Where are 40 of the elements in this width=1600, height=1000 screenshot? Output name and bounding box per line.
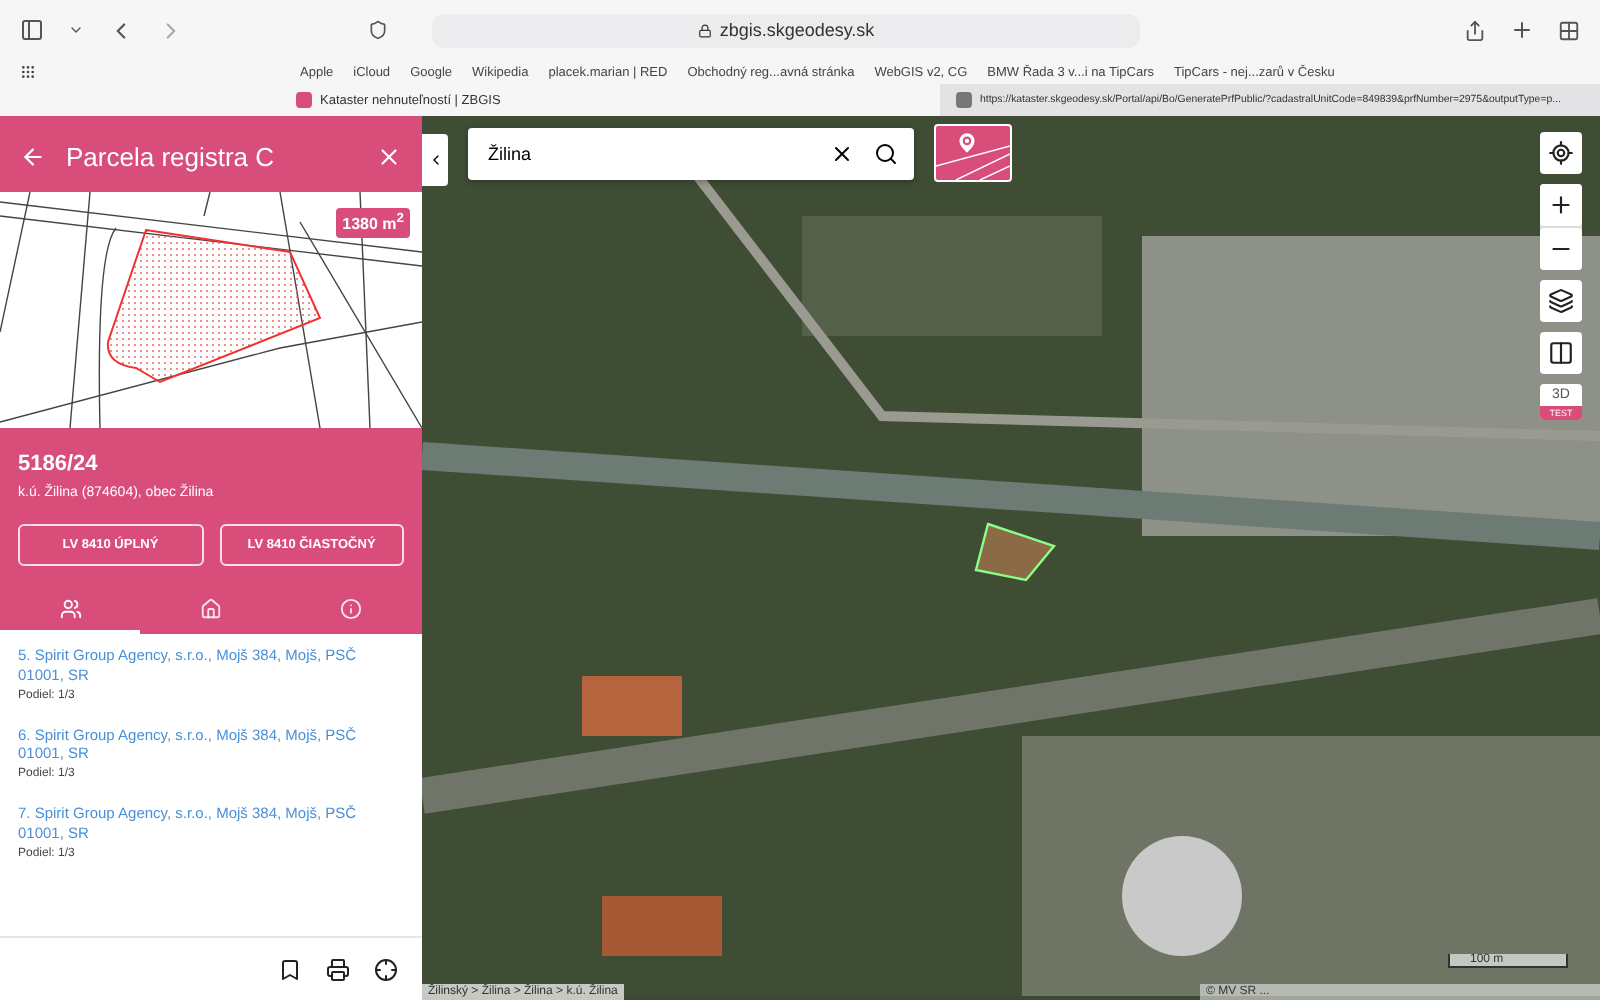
- share-icon[interactable]: [1464, 19, 1486, 41]
- parcel-number: 5186/24: [18, 452, 100, 476]
- new-tab-icon[interactable]: [1510, 18, 1534, 42]
- back-button[interactable]: [20, 143, 46, 169]
- tabs-overview-icon[interactable]: [1558, 19, 1580, 41]
- sidebar-icon[interactable]: [20, 18, 44, 42]
- layers-icon: [1548, 288, 1574, 314]
- home-icon: [199, 597, 222, 619]
- compare-button[interactable]: [1540, 332, 1582, 374]
- building-roof: [602, 896, 722, 956]
- selected-parcel[interactable]: [974, 522, 1057, 582]
- favicon-icon: [956, 92, 972, 108]
- people-icon: [59, 597, 82, 619]
- locate-icon: [1548, 140, 1574, 166]
- search-icon[interactable]: [874, 142, 898, 166]
- locate-icon[interactable]: [374, 957, 398, 981]
- layers-button[interactable]: [1540, 280, 1582, 322]
- split-view-icon: [1548, 340, 1574, 366]
- tennis-court: [582, 676, 682, 736]
- info-icon: [340, 597, 363, 619]
- address-bar[interactable]: zbgis.skgeodesy.sk: [432, 13, 1140, 47]
- zoom-in-button[interactable]: [1540, 184, 1582, 226]
- print-icon[interactable]: [326, 957, 350, 981]
- grid-icon[interactable]: [20, 64, 36, 80]
- lock-icon: [697, 23, 712, 37]
- round-building: [1122, 836, 1242, 956]
- chevron-icon[interactable]: [68, 22, 84, 38]
- close-button[interactable]: [376, 143, 402, 169]
- locate-button[interactable]: [1540, 132, 1582, 174]
- search-bar[interactable]: Žilina: [468, 128, 914, 180]
- favicon-icon: [296, 92, 312, 108]
- plus-icon: [1548, 192, 1574, 218]
- basemap-button[interactable]: [934, 124, 1012, 182]
- panel-title: Parcela registra C: [66, 141, 277, 171]
- collapse-button[interactable]: [422, 134, 448, 186]
- clear-icon[interactable]: [830, 142, 854, 166]
- shield-icon[interactable]: [368, 20, 388, 40]
- bookmark-icon[interactable]: [278, 957, 302, 981]
- map-pin-icon: [958, 132, 976, 154]
- area-badge: 1380 m$^{2}$: [336, 208, 410, 238]
